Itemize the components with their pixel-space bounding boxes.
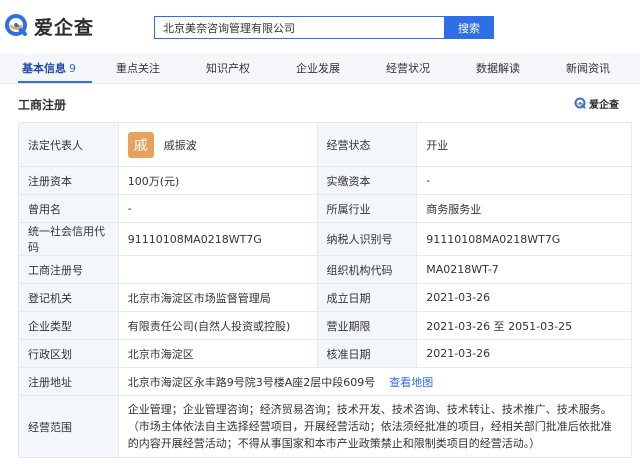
logo-icon	[574, 97, 587, 110]
approved-label: 核准日期	[316, 339, 418, 368]
section-title: 工商注册	[18, 98, 67, 112]
view-map-link[interactable]: 查看地图	[389, 376, 433, 389]
authority-value: 北京市海淀区市场监督管理局	[117, 283, 318, 312]
status-label: 经营状态	[316, 122, 418, 167]
section-logo-text: 爱企查	[589, 99, 619, 111]
nav-tabs: 基本信息 9 重点关注 知识产权 企业发展 经营状况 数据解读 新闻资讯	[0, 54, 640, 84]
reg-capital-value: 100万(元)	[117, 166, 318, 195]
reg-no-label: 工商注册号	[18, 255, 119, 284]
org-code-label: 组织机构代码	[316, 255, 418, 284]
legal-rep-name[interactable]: 戚振波	[164, 139, 197, 152]
founded-label: 成立日期	[316, 283, 418, 312]
search-input[interactable]	[154, 16, 444, 39]
legal-rep-cell: 戚戚振波	[117, 122, 318, 167]
table-row: 注册资本 100万(元) 实缴资本 -	[18, 166, 632, 195]
industry-label: 所属行业	[316, 194, 418, 223]
org-code-value: MA0218WT-7	[416, 255, 632, 284]
table-row: 工商注册号 组织机构代码 MA0218WT-7	[18, 255, 632, 284]
status-value: 开业	[416, 122, 632, 167]
credit-code-label: 统一社会信用代码	[18, 222, 119, 256]
section-logo: 爱企查	[574, 95, 619, 111]
table-row: 法定代表人 戚戚振波 经营状态 开业	[18, 122, 632, 167]
table-row: 行政区划 北京市海淀区 核准日期 2021-03-26	[18, 339, 632, 368]
table-row: 统一社会信用代码 91110108MA0218WT7G 纳税人识别号 91110…	[18, 222, 632, 256]
table-row: 登记机关 北京市海淀区市场监督管理局 成立日期 2021-03-26	[18, 283, 632, 312]
search-button[interactable]: 搜索	[444, 16, 494, 39]
tab-label: 基本信息	[22, 62, 66, 75]
former-name-label: 曾用名	[18, 194, 119, 223]
aiqicha-logo[interactable]: 爱企查	[4, 11, 94, 41]
district-value: 北京市海淀区	[117, 339, 318, 368]
paid-capital-label: 实缴资本	[316, 166, 418, 195]
tab-news[interactable]: 新闻资讯	[566, 54, 610, 84]
reg-no-value	[117, 255, 318, 284]
term-label: 营业期限	[316, 311, 418, 340]
credit-code-value: 91110108MA0218WT7G	[117, 222, 318, 256]
type-value: 有限责任公司(自然人投资或控股)	[117, 311, 318, 340]
tab-ip[interactable]: 知识产权	[206, 54, 250, 84]
table-row: 经营范围 企业管理；企业管理咨询；经济贸易咨询；技术开发、技术咨询、技术转让、技…	[18, 395, 633, 458]
table-row: 注册地址 北京市海淀区永丰路9号院3号楼A座2层中段609号 查看地图	[18, 367, 633, 396]
type-label: 企业类型	[18, 311, 119, 340]
district-label: 行政区划	[18, 339, 119, 368]
approved-value: 2021-03-26	[416, 339, 632, 368]
industry-value: 商务服务业	[416, 194, 632, 223]
address-cell: 北京市海淀区永丰路9号院3号楼A座2层中段609号 查看地图	[117, 367, 633, 396]
logo-icon	[4, 13, 30, 39]
authority-label: 登记机关	[18, 283, 119, 312]
paid-capital-value: -	[416, 166, 632, 195]
tab-key-focus[interactable]: 重点关注	[116, 54, 160, 84]
avatar[interactable]: 戚	[127, 131, 154, 158]
active-tab-indicator	[18, 81, 92, 83]
term-value: 2021-03-26 至 2051-03-25	[416, 311, 632, 340]
registration-table: 法定代表人 戚戚振波 经营状态 开业 注册资本 100万(元) 实缴资本 - 曾…	[18, 122, 633, 458]
taxpayer-value: 91110108MA0218WT7G	[416, 222, 632, 256]
top-header: 爱企查 搜索	[0, 0, 640, 54]
logo-text: 爱企查	[34, 16, 95, 39]
former-name-value: -	[117, 194, 318, 223]
scope-label: 经营范围	[18, 395, 119, 458]
founded-value: 2021-03-26	[416, 283, 632, 312]
tab-data-analysis[interactable]: 数据解读	[476, 54, 520, 84]
tab-development[interactable]: 企业发展	[296, 54, 340, 84]
table-row: 曾用名 - 所属行业 商务服务业	[18, 194, 632, 223]
reg-capital-label: 注册资本	[18, 166, 119, 195]
table-row: 企业类型 有限责任公司(自然人投资或控股) 营业期限 2021-03-26 至 …	[18, 311, 632, 340]
taxpayer-label: 纳税人识别号	[316, 222, 418, 256]
scope-value: 企业管理；企业管理咨询；经济贸易咨询；技术开发、技术咨询、技术转让、技术推广、技…	[127, 403, 612, 450]
tab-count-badge: 9	[69, 62, 76, 75]
address-label: 注册地址	[18, 367, 119, 396]
legal-rep-label: 法定代表人	[18, 122, 119, 167]
tab-basic-info[interactable]: 基本信息 9	[22, 54, 76, 84]
tab-operations[interactable]: 经营状况	[386, 54, 430, 84]
address-value: 北京市海淀区永丰路9号院3号楼A座2层中段609号	[127, 375, 376, 389]
scope-cell: 企业管理；企业管理咨询；经济贸易咨询；技术开发、技术咨询、技术转让、技术推广、技…	[117, 395, 633, 458]
